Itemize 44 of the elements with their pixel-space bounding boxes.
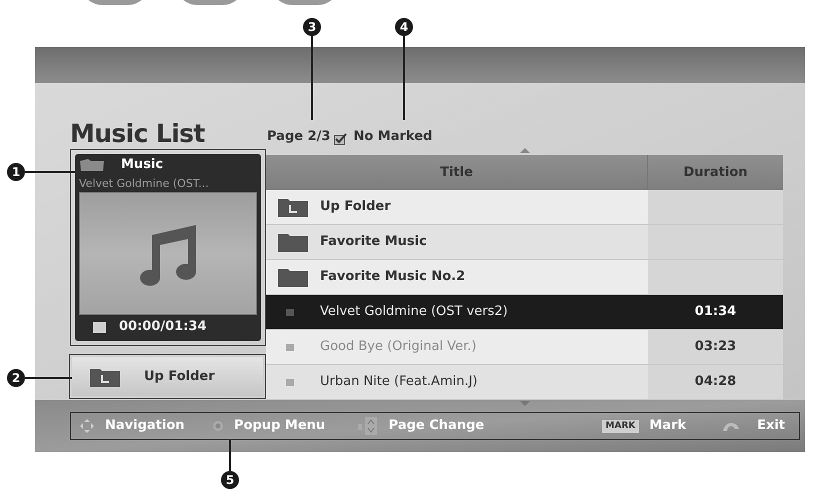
page-indicator: Page 2/3 — [267, 128, 330, 146]
mark-key-icon: MARK — [602, 420, 640, 432]
file-icon — [286, 344, 294, 350]
list-row[interactable]: Favorite Music No.2 — [266, 260, 783, 295]
scroll-up-icon[interactable] — [520, 148, 530, 153]
column-header[interactable]: Duration — [648, 155, 783, 190]
key-hint-label: Exit — [757, 417, 786, 436]
track-title: Velvet Goldmine (OST... — [79, 176, 210, 192]
category-label: Music — [121, 156, 164, 174]
duration-text: 04:28 — [694, 373, 736, 392]
callout-marker: 3 — [303, 18, 321, 36]
stop-icon — [93, 322, 106, 332]
callout-marker: 4 — [395, 18, 413, 36]
callout-marker: 1 — [7, 163, 25, 181]
callout-marker: 2 — [7, 369, 25, 387]
folder-icon — [278, 232, 308, 252]
list-row[interactable]: Velvet Goldmine (OST vers2) 01:34 — [266, 295, 783, 330]
playback-time: 00:00/01:34 — [119, 318, 207, 336]
duration-text: 03:23 — [694, 338, 736, 356]
up-folder-icon — [278, 197, 308, 217]
duration-text: 01:34 — [694, 303, 736, 322]
key-hint-label: Page Change — [388, 417, 484, 436]
callout-marker: 5 — [221, 471, 239, 489]
checkbox-icon — [334, 133, 348, 145]
list-row[interactable]: Favorite Music — [266, 225, 783, 260]
folder-icon — [79, 158, 105, 172]
leader-line — [229, 440, 231, 471]
ok-button-icon — [212, 420, 224, 432]
key-hint-label: Navigation — [105, 417, 185, 436]
folder-icon — [278, 267, 308, 287]
leader-line — [25, 377, 72, 379]
key-hint-label: Mark — [649, 417, 686, 436]
list-row[interactable]: Urban Nite (Feat.Amin.J) 04:28 — [266, 365, 783, 400]
key-hint-label: Popup Menu — [234, 417, 326, 436]
page-key-icon — [356, 417, 379, 435]
file-icon — [286, 308, 294, 316]
mark-status: No Marked — [353, 128, 432, 146]
back-arrow-icon — [721, 421, 742, 431]
file-icon — [286, 378, 294, 386]
up-folder-icon — [90, 366, 120, 386]
navigation-icon — [79, 418, 95, 434]
up-folder-button[interactable]: Up Folder — [72, 357, 263, 396]
list-row[interactable]: Up Folder — [266, 190, 783, 225]
page-title: Music List — [70, 121, 206, 146]
